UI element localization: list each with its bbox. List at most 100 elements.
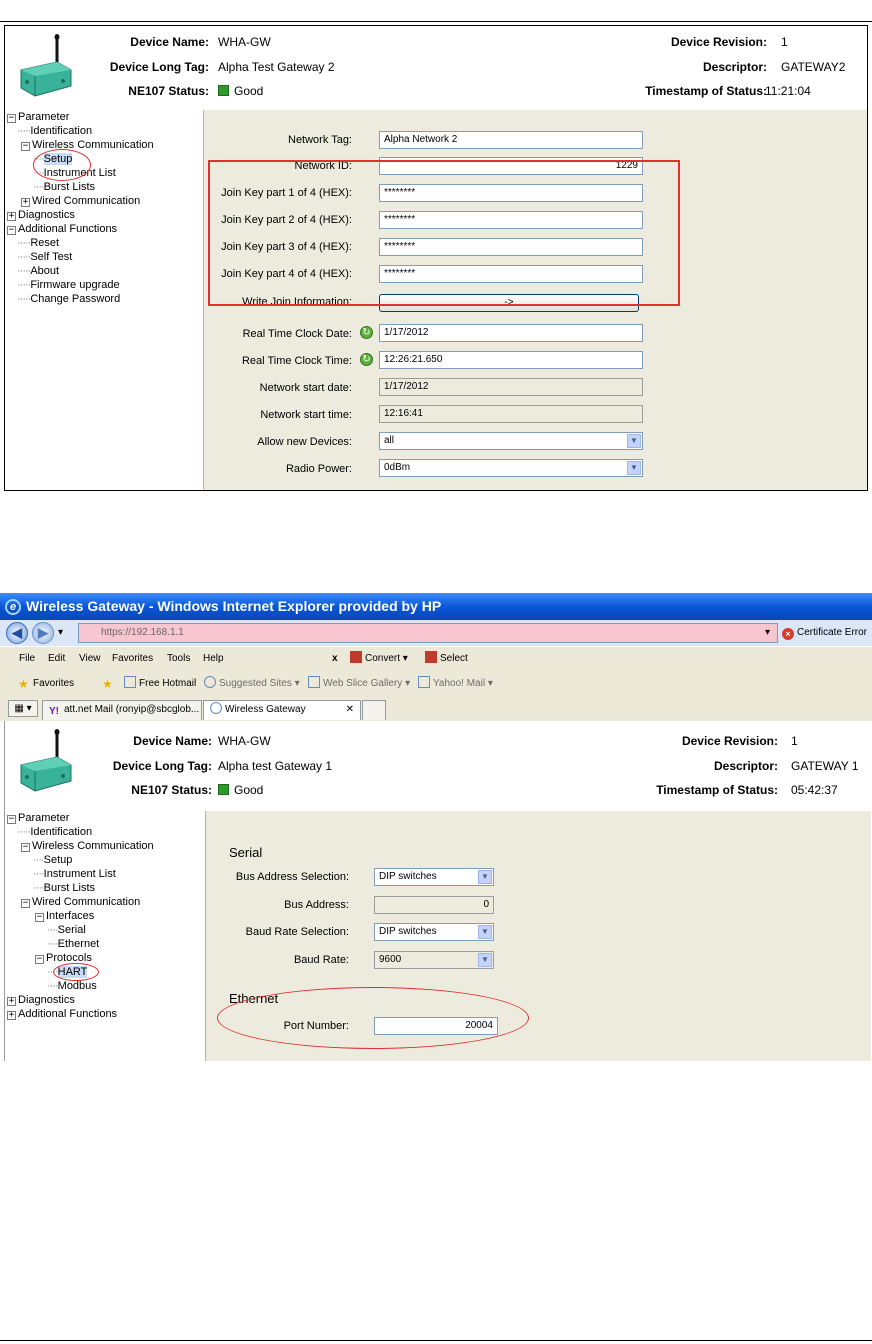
close-x-icon[interactable]: x: [332, 651, 338, 667]
tree-item-firmware-upgrade[interactable]: ·····Firmware upgrade: [17, 278, 120, 292]
tree-item-identification[interactable]: ·····Identification: [17, 825, 92, 839]
tree-item-parameter[interactable]: − Parameter: [7, 110, 69, 124]
nav-history-dropdown-icon[interactable]: ▾: [58, 625, 63, 641]
tree-item-burst-lists[interactable]: ····Burst Lists: [33, 881, 95, 895]
fav-link-web-slice-gallery[interactable]: Web Slice Gallery ▾: [308, 676, 410, 692]
ie-page-icon: [210, 702, 222, 714]
tree-item-about[interactable]: ·····About: [17, 264, 59, 278]
certificate-error-icon: ×: [782, 628, 794, 640]
menu-help[interactable]: Help: [203, 651, 224, 667]
tree-item-wired-communication[interactable]: − Wired Communication: [21, 895, 140, 909]
fav-link-suggested-sites[interactable]: Suggested Sites ▾: [204, 676, 300, 692]
network-tag-input[interactable]: Alpha Network 2: [379, 131, 643, 149]
tree-item-additional-functions[interactable]: − Additional Functions: [7, 222, 117, 236]
close-tab-icon[interactable]: ✕: [346, 701, 354, 719]
menu-file[interactable]: File: [19, 651, 35, 667]
dropdown-arrow-icon[interactable]: ▼: [627, 461, 641, 475]
collapse-icon[interactable]: −: [35, 913, 44, 922]
timestamp-label: Timestamp of Status:: [645, 84, 767, 98]
add-favorites-icon[interactable]: ★: [102, 676, 113, 692]
fav-link-yahoo-mail[interactable]: Yahoo! Mail ▾: [418, 676, 493, 692]
radio-power-select[interactable]: 0dBm ▼: [379, 459, 643, 477]
select-button[interactable]: Select: [425, 651, 468, 667]
tree-item-instrument-list[interactable]: ····Instrument List: [33, 867, 116, 881]
menu-view[interactable]: View: [79, 651, 101, 667]
tree-item-wireless-communication[interactable]: − Wireless Communication: [21, 839, 154, 853]
allow-new-devices-select[interactable]: all ▼: [379, 432, 643, 450]
menu-tools[interactable]: Tools: [167, 651, 190, 667]
address-bar-input[interactable]: https://192.168.1.1: [78, 623, 778, 643]
certificate-error-button[interactable]: × Certificate Error: [782, 624, 867, 642]
radio-power-label: Radio Power:: [285, 463, 352, 475]
menu-edit[interactable]: Edit: [48, 651, 65, 667]
bus-address-selection-select[interactable]: DIP switches ▼: [374, 868, 494, 886]
highlight-circle-setup: [33, 149, 91, 181]
tree-item-self-test[interactable]: ·····Self Test: [17, 250, 72, 264]
ne107-status-label: NE107 Status:: [128, 84, 209, 98]
dropdown-arrow-icon[interactable]: ▼: [478, 870, 492, 884]
new-tab-button[interactable]: [362, 700, 386, 720]
collapse-icon[interactable]: −: [7, 815, 16, 824]
tree-item-change-password[interactable]: ·····Change Password: [17, 292, 120, 306]
browser-title-bar: Wireless Gateway - Windows Internet Expl…: [0, 593, 872, 620]
page-icon: [308, 676, 320, 688]
expand-icon[interactable]: +: [7, 212, 16, 221]
tree-item-diagnostics[interactable]: + Diagnostics: [7, 208, 75, 222]
device-long-tag-value: Alpha test Gateway 1: [218, 759, 333, 773]
fav-link-free-hotmail[interactable]: Free Hotmail: [124, 676, 196, 692]
collapse-icon[interactable]: −: [35, 955, 44, 964]
network-start-date-field: 1/17/2012: [379, 378, 643, 396]
tree-item-additional-functions[interactable]: + Additional Functions: [7, 1007, 117, 1021]
tree-item-wired-communication[interactable]: + Wired Communication: [21, 194, 140, 208]
navigation-tree: − Parameter ·····Identification − Wireless…: [7, 811, 203, 1061]
convert-button[interactable]: Convert ▾: [350, 651, 408, 667]
gateway-device-icon: [20, 34, 72, 97]
rtc-date-input[interactable]: 1/17/2012: [379, 324, 643, 342]
tree-item-interfaces[interactable]: − Interfaces: [35, 909, 94, 923]
rtc-time-input[interactable]: 12:26:21.650: [379, 351, 643, 369]
refresh-date-icon[interactable]: ↻: [360, 326, 373, 339]
collapse-icon[interactable]: −: [21, 142, 30, 151]
baud-rate-selection-label: Baud Rate Selection:: [245, 926, 349, 938]
tree-item-identification[interactable]: ·····Identification: [17, 124, 92, 138]
tree-item-diagnostics[interactable]: + Diagnostics: [7, 993, 75, 1007]
descriptor-label: Descriptor:: [702, 60, 767, 74]
back-arrow-icon[interactable]: ◀: [6, 622, 28, 644]
dropdown-arrow-icon[interactable]: ▼: [478, 925, 492, 939]
device-name-value: WHA-GW: [218, 35, 271, 49]
bus-address-selection-label: Bus Address Selection:: [235, 871, 349, 883]
expand-icon[interactable]: +: [7, 997, 16, 1006]
dropdown-arrow-icon[interactable]: ▼: [627, 434, 641, 448]
favorites-button[interactable]: ★ Favorites: [18, 676, 74, 692]
tree-item-wireless-communication[interactable]: − Wireless Communication: [21, 138, 154, 152]
baud-rate-selection-select[interactable]: DIP switches ▼: [374, 923, 494, 941]
page-icon: [418, 676, 430, 688]
menu-favorites[interactable]: Favorites: [112, 651, 153, 667]
bus-address-label: Bus Address:: [284, 899, 349, 911]
tab-wireless-gateway[interactable]: Wireless Gateway ✕: [203, 700, 361, 720]
tree-item-reset[interactable]: ·····Reset: [17, 236, 59, 250]
tree-item-modbus[interactable]: ····Modbus: [47, 979, 97, 993]
top-screenshot-panel: Device Name: WHA-GW Device Long Tag: Alp…: [4, 25, 868, 491]
ne107-status-label: NE107 Status:: [131, 783, 212, 797]
collapse-icon[interactable]: −: [21, 843, 30, 852]
tree-item-serial[interactable]: ····Serial: [47, 923, 86, 937]
tree-item-parameter[interactable]: − Parameter: [7, 811, 69, 825]
tree-item-setup[interactable]: ····Setup: [33, 853, 72, 867]
tree-item-burst-lists[interactable]: ····Burst Lists: [33, 180, 95, 194]
expand-icon[interactable]: +: [21, 198, 30, 207]
device-name-value: WHA-GW: [218, 734, 271, 748]
expand-icon[interactable]: +: [7, 1011, 16, 1020]
tab-att-mail[interactable]: Y! att.net Mail (ronyip@sbcglob...: [42, 700, 202, 720]
rtc-date-label: Real Time Clock Date:: [242, 328, 352, 340]
timestamp-label: Timestamp of Status:: [656, 783, 778, 797]
collapse-icon[interactable]: −: [21, 899, 30, 908]
collapse-icon[interactable]: −: [7, 226, 16, 235]
refresh-time-icon[interactable]: ↻: [360, 353, 373, 366]
forward-arrow-icon[interactable]: ▶: [32, 622, 54, 644]
quick-tabs-icon[interactable]: ▦ ▾: [8, 700, 38, 717]
device-long-tag-label: Device Long Tag:: [112, 759, 212, 773]
collapse-icon[interactable]: −: [7, 114, 16, 123]
address-dropdown-icon[interactable]: ▾: [765, 625, 770, 641]
tree-item-ethernet[interactable]: ····Ethernet: [47, 937, 99, 951]
